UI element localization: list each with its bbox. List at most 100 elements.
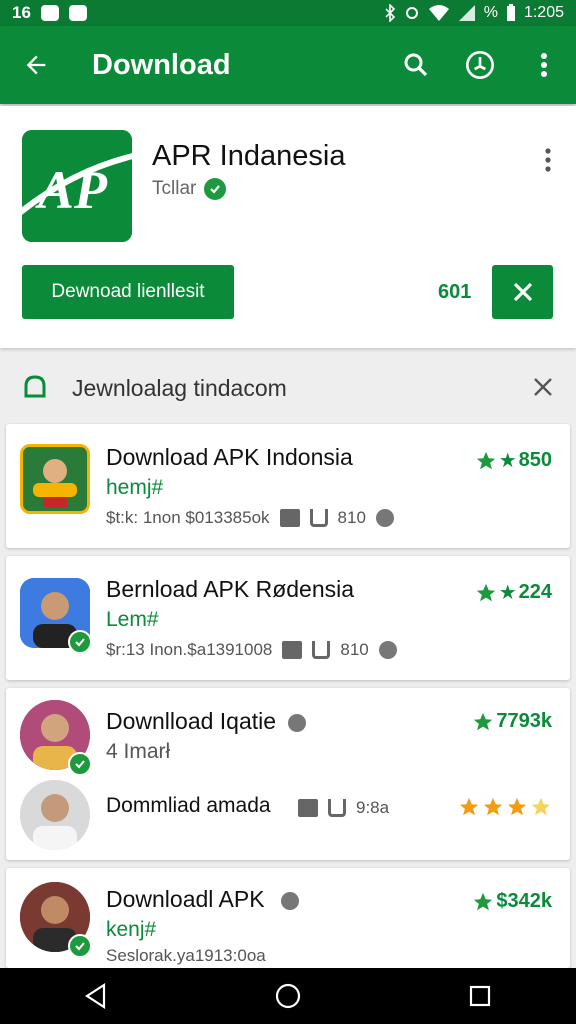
circle-home-icon — [275, 983, 301, 1009]
apk-logo-icon: AP — [22, 130, 132, 242]
battery-icon — [506, 4, 515, 21]
item-title-text: Downlload Iqatie — [106, 708, 277, 734]
close-icon — [513, 282, 532, 302]
app-name: APR Indanesia — [152, 140, 346, 172]
system-nav-bar — [0, 968, 576, 1024]
list-card[interactable]: Download APK Indonsia hemj# $t:k: 1non $… — [6, 424, 570, 548]
item-title: Downlload Iqatie — [106, 708, 307, 735]
star-icon — [474, 712, 493, 730]
item-meta: $t:k: 1non $013385ok 810 — [106, 508, 394, 528]
star-rating — [458, 796, 552, 818]
star-icon — [507, 797, 527, 816]
app-logo-text: AP — [35, 160, 108, 220]
star-icon — [476, 583, 495, 601]
item-rating: ★ 224 — [475, 580, 552, 605]
badge-icon — [280, 891, 299, 910]
signal-icon — [458, 5, 475, 21]
developer-name: Tcllar — [152, 178, 197, 199]
badge-icon — [378, 641, 397, 659]
list-card[interactable]: Downlload Iqatie 4 Imarł 7793k Dommliad … — [6, 688, 570, 860]
item-title: Bernload APK Rødensia — [106, 576, 355, 602]
notification-icon — [68, 5, 87, 21]
nav-home-button[interactable] — [258, 968, 318, 1024]
download-history-button[interactable] — [448, 26, 512, 104]
more-vert-icon — [541, 53, 547, 77]
store-icon — [298, 799, 318, 817]
bookmark-icon — [312, 641, 331, 659]
rating-star-glyph: ★ — [498, 450, 517, 472]
notification-banner: Jewnloalag tindacom — [0, 360, 576, 416]
list-item[interactable]: Bernload APK Rødensia Lem# $r:13 Inon.$a… — [6, 556, 570, 680]
bluetooth-icon — [385, 4, 395, 22]
bookmark-icon — [309, 509, 328, 527]
close-icon — [534, 378, 552, 396]
star-icon — [474, 892, 493, 910]
item-subtitle: Lem# — [106, 608, 159, 631]
nav-back-button[interactable] — [66, 968, 126, 1024]
status-time: 1:205 — [523, 4, 564, 21]
item-meta-text: Seslorak.ya1913:0oa — [106, 946, 266, 965]
item-title: Downloadl APK — [106, 886, 299, 913]
item-meta: 9:8a — [298, 798, 389, 818]
verified-icon — [68, 934, 92, 958]
triangle-back-icon — [84, 983, 106, 1009]
user-avatar — [20, 780, 90, 850]
badge-icon — [288, 713, 307, 732]
arrow-back-icon — [26, 55, 46, 75]
star-icon — [459, 797, 479, 816]
store-icon — [282, 641, 303, 659]
item-meta-number: 810 — [337, 508, 366, 527]
rating-value: $342k — [496, 890, 552, 912]
settings-icon — [405, 7, 418, 19]
more-vert-icon — [545, 148, 551, 172]
app-logo[interactable]: AP — [22, 130, 132, 242]
list-item[interactable]: Downlload Iqatie 4 Imarł 7793k — [6, 688, 570, 776]
bookmark-icon — [328, 799, 346, 817]
verified-icon — [204, 178, 227, 200]
item-title: Dommliad amada — [106, 794, 271, 817]
item-meta: $r:13 Inon.$a1391008 810 — [106, 640, 397, 660]
item-rating: 7793k — [472, 710, 552, 733]
download-button[interactable]: Dewnoad lienllesit — [22, 265, 234, 319]
star-half-icon — [531, 797, 551, 816]
item-subtitle: kenj# — [106, 918, 157, 941]
app-thumbnail — [20, 444, 90, 514]
status-bar: 16 % 1:205 — [0, 0, 576, 26]
item-rating: $342k — [472, 890, 552, 913]
star-icon — [476, 451, 495, 469]
status-time-left: 16 — [12, 3, 31, 22]
rating-value: 224 — [518, 581, 552, 603]
cancel-download-button[interactable] — [492, 265, 553, 319]
item-meta: Seslorak.ya1913:0oa — [106, 946, 266, 966]
item-subtitle: 4 Imarł — [106, 740, 171, 763]
app-bar: Download — [0, 26, 576, 104]
star-icon — [483, 797, 503, 816]
list-item[interactable]: Download APK Indonsia hemj# $t:k: 1non $… — [6, 424, 570, 548]
item-meta-number: 9:8a — [356, 798, 390, 817]
rating-value: 850 — [518, 449, 552, 471]
search-button[interactable] — [384, 26, 448, 104]
list-item[interactable]: Dommliad amada 9:8a — [6, 774, 570, 860]
search-icon — [404, 53, 428, 77]
app-card: AP APR Indanesia Tcllar Dewnoad lienlles… — [0, 106, 576, 348]
verified-icon — [68, 752, 92, 776]
app-more-button[interactable] — [534, 140, 562, 180]
wifi-icon — [428, 5, 449, 21]
more-options-button[interactable] — [512, 26, 576, 104]
badge-icon — [375, 509, 394, 527]
list-card[interactable]: Downloadl APK kenj# Seslorak.ya1913:0oa … — [6, 868, 570, 968]
list-item[interactable]: Downloadl APK kenj# Seslorak.ya1913:0oa … — [6, 868, 570, 968]
notification-icon — [40, 5, 59, 21]
clock-download-icon — [466, 51, 494, 79]
item-subtitle: hemj# — [106, 476, 164, 499]
dismiss-notice-button[interactable] — [528, 372, 558, 402]
item-meta-text: $r:13 Inon.$a1391008 — [106, 640, 273, 659]
item-title-text: Downloadl APK — [106, 886, 265, 912]
nav-recents-button[interactable] — [450, 968, 510, 1024]
square-recents-icon — [469, 985, 491, 1007]
list-card[interactable]: Bernload APK Rødensia Lem# $r:13 Inon.$a… — [6, 556, 570, 680]
item-meta-text: $t:k: 1non $013385ok — [106, 508, 270, 527]
bell-icon — [24, 375, 46, 398]
item-title: Download APK Indonsia — [106, 444, 353, 470]
back-button[interactable] — [0, 26, 72, 104]
